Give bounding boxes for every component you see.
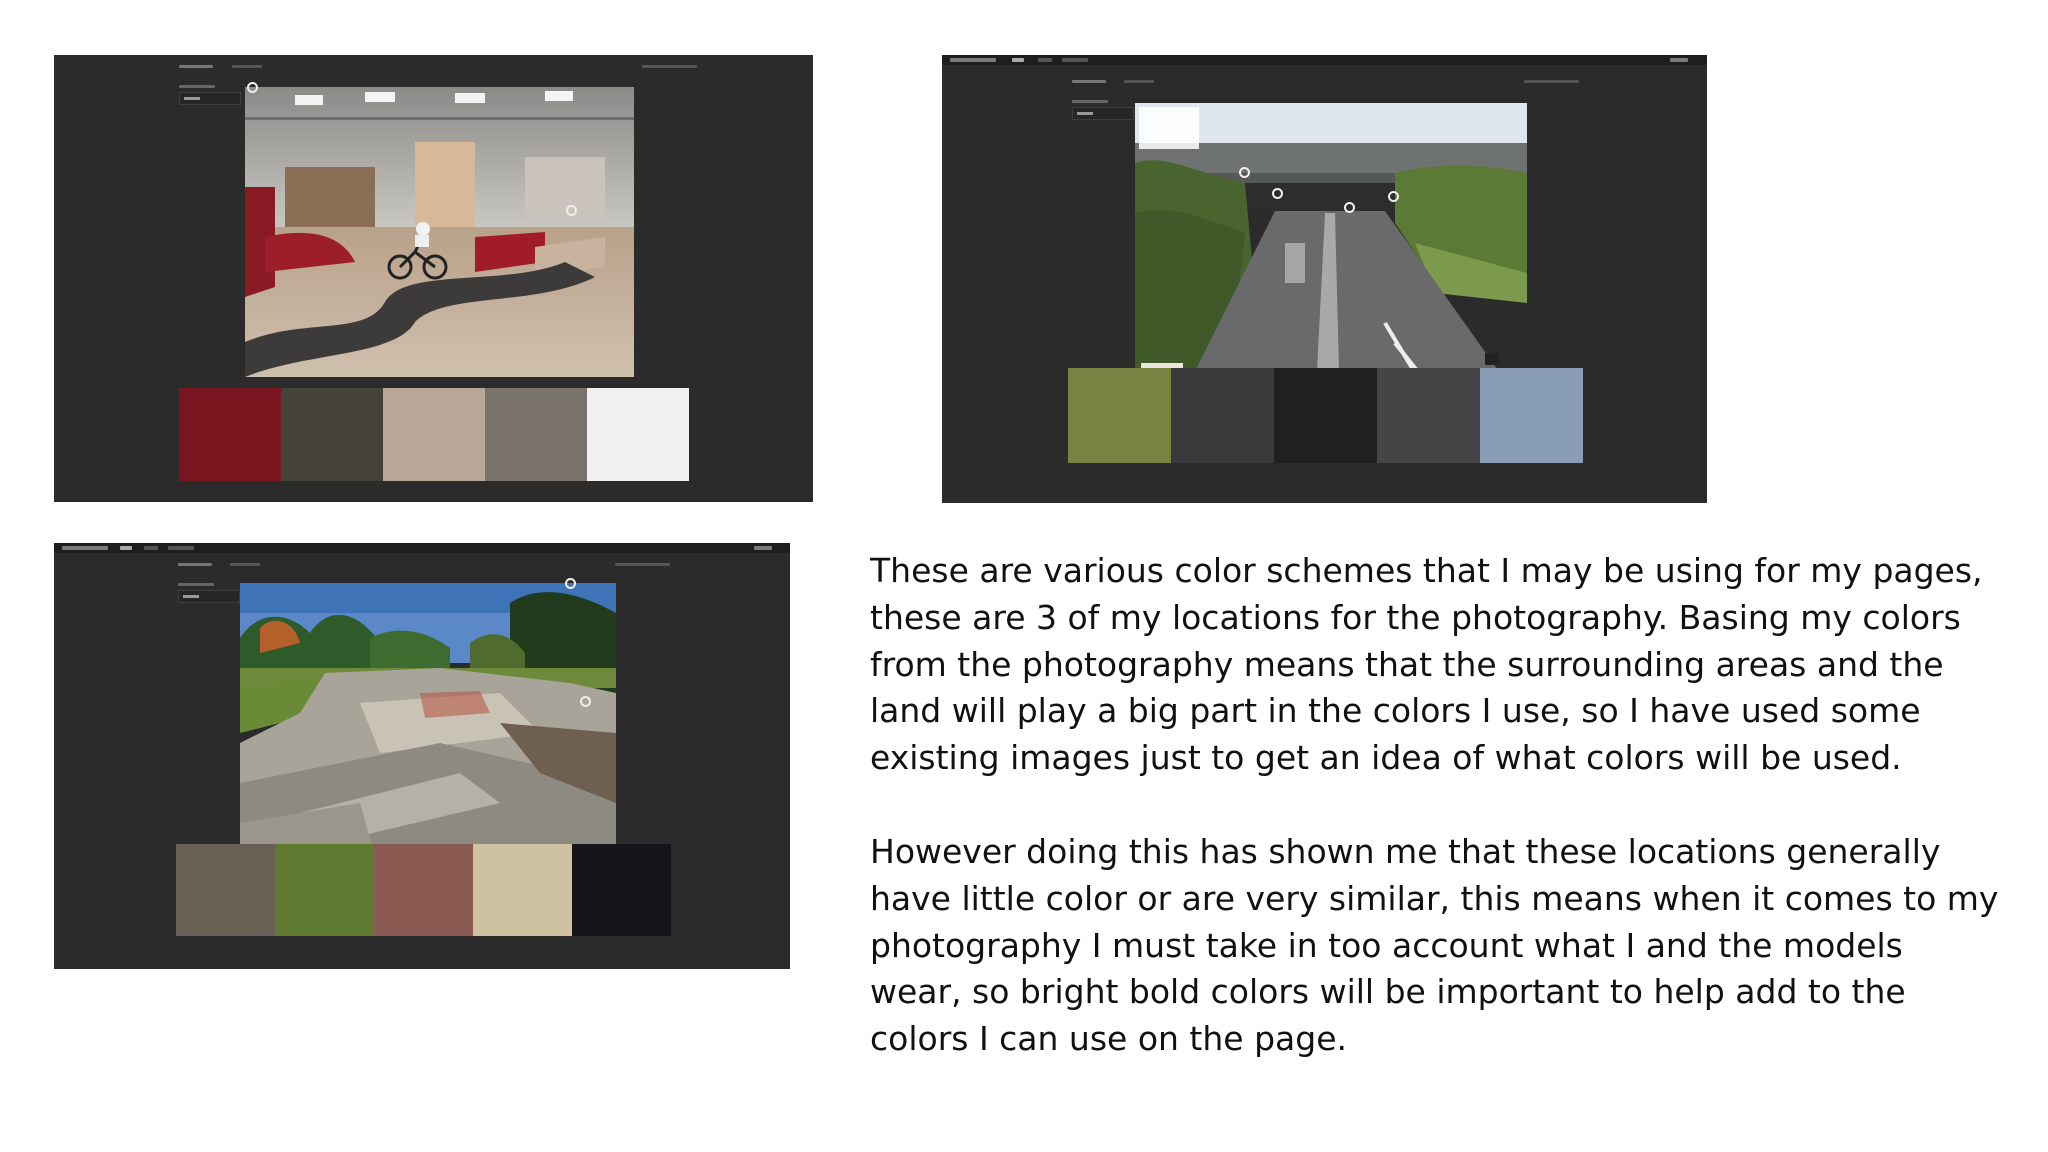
- save-to-library-link: [1524, 80, 1579, 83]
- mood-select: [1072, 107, 1134, 120]
- description-paragraph-1: These are various color schemes that I m…: [870, 551, 1983, 778]
- description-text: These are various color schemes that I m…: [870, 548, 2000, 1110]
- swatch-2: [281, 388, 383, 481]
- swatch-2: [1171, 368, 1274, 463]
- mood-label: [178, 583, 214, 586]
- swatch-5: [587, 388, 689, 481]
- sign-in-link: [1670, 58, 1688, 62]
- swatch-1: [179, 388, 281, 481]
- mood-select: [178, 590, 240, 603]
- color-picker-handle: [580, 696, 591, 707]
- sign-in-link: [754, 546, 772, 550]
- swatch-4: [485, 388, 587, 481]
- nav-create: [120, 546, 132, 550]
- color-picker-handle: [1272, 188, 1283, 199]
- color-mood-label: [1072, 80, 1106, 83]
- swatch-3: [1274, 368, 1377, 463]
- color-picker-handle: [565, 578, 576, 589]
- color-picker-handle: [566, 205, 577, 216]
- create-from-image-link: [230, 563, 260, 566]
- create-from-image-link: [232, 65, 262, 68]
- save-to-library-link: [642, 65, 697, 68]
- color-picker-handle: [1388, 191, 1399, 202]
- description-paragraph-2: However doing this has shown me that the…: [870, 831, 1999, 1059]
- color-mood-label: [178, 563, 212, 566]
- swatch-4: [1377, 368, 1480, 463]
- swatch-5: [572, 844, 671, 936]
- swatch-2: [275, 844, 374, 936]
- swatch-5: [1480, 368, 1583, 463]
- swatch-1: [1068, 368, 1171, 463]
- mood-label: [1072, 100, 1108, 103]
- skatepark-indoor-photo: [245, 87, 634, 377]
- app-header-bar: [54, 543, 790, 553]
- swatch-3: [383, 388, 485, 481]
- color-scheme-screenshot-2: [942, 55, 1707, 503]
- color-scheme-screenshot-3: [54, 543, 790, 969]
- save-to-library-link: [615, 563, 670, 566]
- create-from-image-link: [1124, 80, 1154, 83]
- nav-explore: [144, 546, 158, 550]
- app-logo: [950, 58, 996, 62]
- nav-create: [1012, 58, 1024, 62]
- color-scheme-screenshot-1: [54, 55, 813, 502]
- road-underpass-photo: [1135, 103, 1527, 411]
- nav-my-themes: [168, 546, 194, 550]
- color-picker-handle: [247, 82, 258, 93]
- nav-my-themes: [1062, 58, 1088, 62]
- color-mood-label: [179, 65, 213, 68]
- skatepark-outdoor-photo: [240, 583, 616, 874]
- color-picker-handle: [1239, 167, 1250, 178]
- color-picker-handle: [1344, 202, 1355, 213]
- swatch-3: [374, 844, 473, 936]
- mood-label: [179, 85, 215, 88]
- app-logo: [62, 546, 108, 550]
- mood-select: [179, 92, 241, 105]
- swatch-1: [176, 844, 275, 936]
- swatch-4: [473, 844, 572, 936]
- app-header-bar: [942, 55, 1707, 65]
- nav-explore: [1038, 58, 1052, 62]
